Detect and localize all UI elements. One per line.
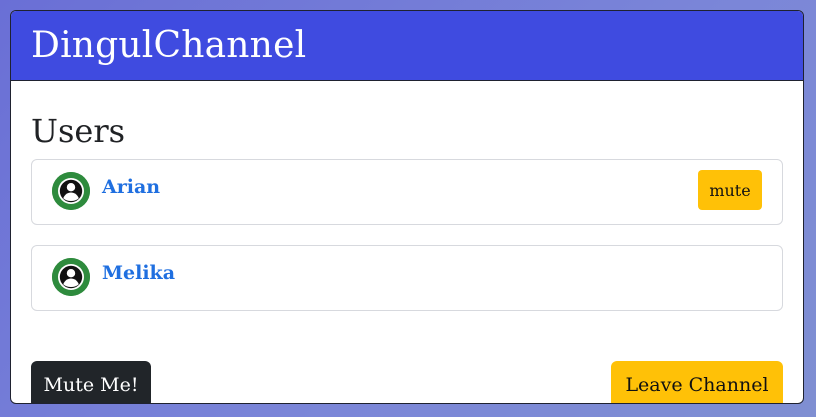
username[interactable]: Melika xyxy=(102,262,175,284)
users-list: Arian mute Melika xyxy=(31,159,783,311)
username[interactable]: Arian xyxy=(102,176,160,198)
channel-title: DingulChannel xyxy=(31,25,307,66)
user-circle-icon xyxy=(52,172,90,210)
channel-body: Users Arian mute Melika Mute Me! Leave C… xyxy=(11,111,803,403)
users-heading: Users xyxy=(31,112,126,150)
leave-channel-button[interactable]: Leave Channel xyxy=(611,361,783,403)
user-circle-icon xyxy=(52,258,90,296)
mute-me-button[interactable]: Mute Me! xyxy=(31,361,151,403)
channel-actions: Mute Me! Leave Channel xyxy=(31,361,783,403)
channel-header: DingulChannel xyxy=(11,11,803,81)
mute-user-button[interactable]: mute xyxy=(698,170,762,210)
user-row-melika: Melika xyxy=(31,245,783,311)
channel-card: DingulChannel Users Arian mute Melika Mu… xyxy=(10,10,804,404)
user-row-arian: Arian mute xyxy=(31,159,783,225)
